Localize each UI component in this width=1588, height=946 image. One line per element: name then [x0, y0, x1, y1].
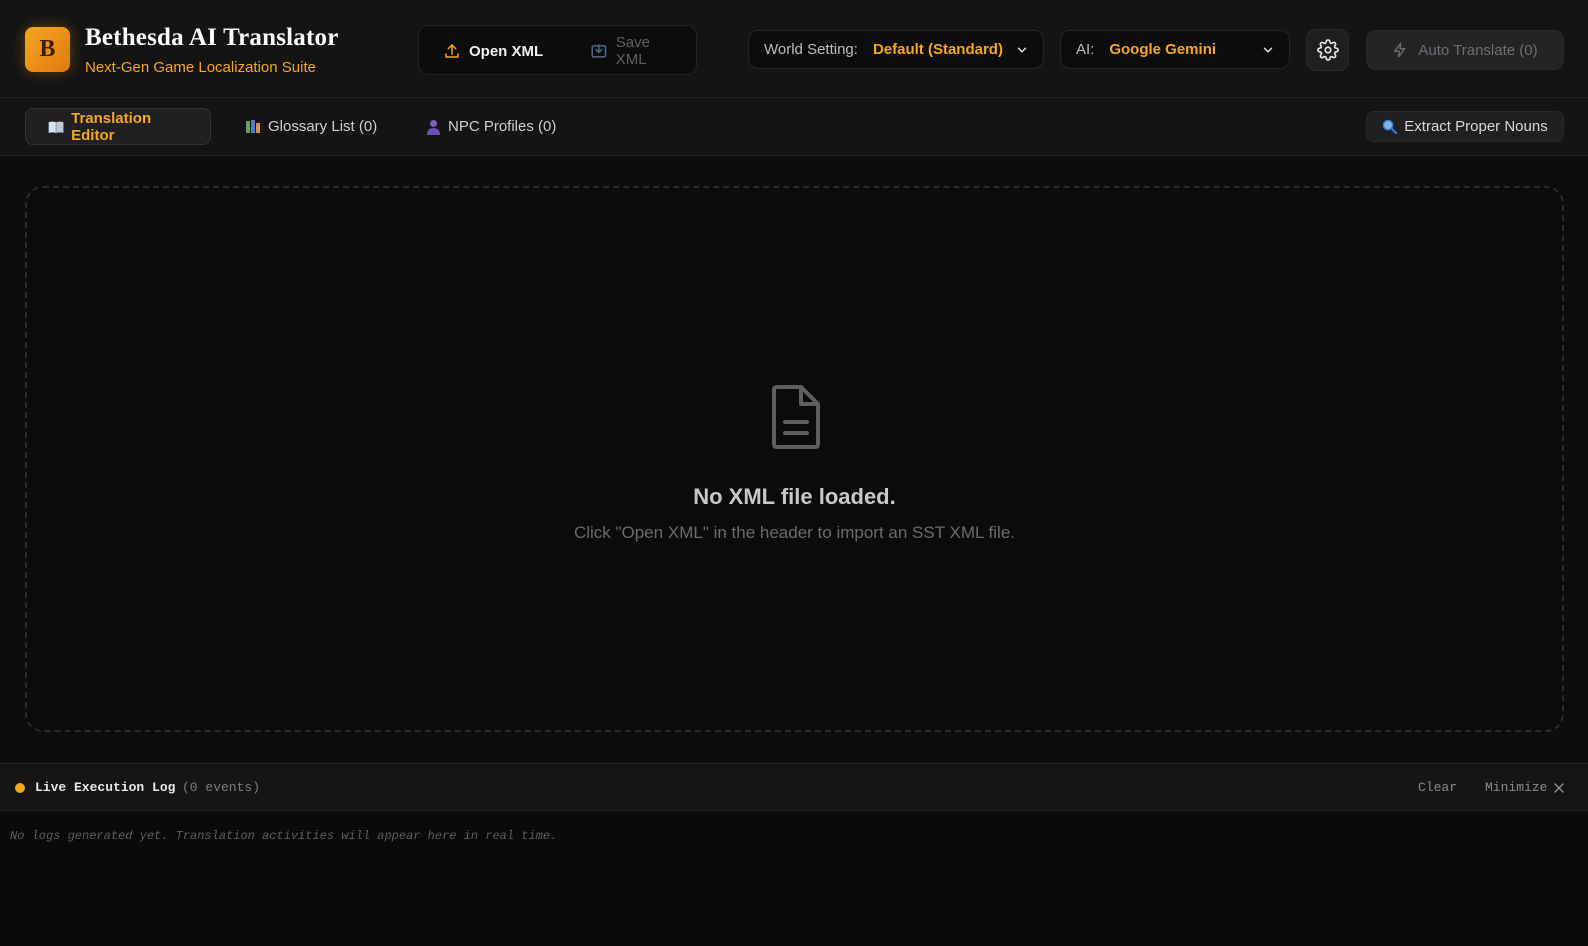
tab-npc-profiles[interactable]: NPC Profiles (0) — [408, 108, 574, 145]
app-subtitle: Next-Gen Game Localization Suite — [85, 59, 316, 76]
app-root: B Bethesda AI Translator Next-Gen Game L… — [0, 0, 1588, 946]
world-setting-value: Default (Standard) — [872, 41, 1003, 58]
extract-proper-nouns-button[interactable]: Extract Proper Nouns — [1366, 111, 1564, 142]
gear-icon — [1316, 39, 1339, 61]
empty-state-dropzone: No XML file loaded. Click "Open XML" in … — [25, 186, 1564, 732]
world-setting-select[interactable]: World Setting: Default (Standard) — [748, 30, 1044, 69]
tab-npc-profiles-label: NPC Profiles (0) — [448, 118, 557, 135]
save-xml-button[interactable]: Save XML — [578, 33, 696, 69]
log-panel-body: No logs generated yet. Translation activ… — [0, 811, 1588, 946]
tab-translation-editor-label: Translation Editor — [71, 109, 152, 144]
save-download-icon — [591, 44, 607, 58]
extract-proper-nouns-label: Extract Proper Nouns — [1404, 118, 1548, 135]
app-logo: B — [25, 27, 70, 72]
empty-state-subtitle: Click "Open XML" in the header to import… — [573, 523, 1016, 542]
log-empty-message: No logs generated yet. Translation activ… — [10, 829, 558, 843]
book-icon — [48, 121, 64, 133]
auto-translate-label: Auto Translate (0) — [1418, 41, 1538, 59]
upload-icon — [445, 44, 459, 58]
chevron-down-icon — [1017, 47, 1027, 53]
open-xml-label: Open XML — [469, 42, 544, 60]
log-minimize-button[interactable]: Minimize — [1485, 780, 1565, 795]
books-icon — [246, 120, 260, 133]
person-icon — [427, 119, 440, 135]
chevron-down-icon — [1263, 47, 1273, 53]
auto-translate-button[interactable]: Auto Translate (0) — [1366, 30, 1564, 70]
settings-button[interactable] — [1306, 29, 1349, 71]
save-xml-label: Save XML — [615, 34, 650, 68]
empty-state-title: No XML file loaded. — [693, 484, 896, 509]
log-minimize-label: Minimize — [1485, 780, 1548, 795]
world-setting-label: World Setting: — [764, 41, 858, 58]
close-icon — [1554, 782, 1565, 793]
lightning-icon — [1394, 42, 1406, 58]
tab-glossary-list[interactable]: Glossary List (0) — [227, 108, 395, 145]
ai-provider-select[interactable]: AI: Google Gemini — [1060, 30, 1290, 69]
log-event-count: (0 events) — [182, 780, 261, 795]
file-actions-group: Open XML Save XML — [418, 25, 697, 75]
log-status-dot — [15, 783, 25, 793]
ai-value: Google Gemini — [1109, 41, 1217, 58]
tab-translation-editor[interactable]: Translation Editor — [25, 108, 211, 145]
magnifier-icon — [1383, 119, 1398, 134]
log-clear-button[interactable]: Clear — [1418, 780, 1457, 795]
document-icon — [772, 385, 820, 449]
ai-label: AI: — [1076, 41, 1095, 58]
tab-bar: Translation Editor Glossary List (0) NPC… — [0, 98, 1588, 156]
tab-glossary-list-label: Glossary List (0) — [268, 118, 378, 135]
log-title: Live Execution Log — [35, 780, 176, 795]
open-xml-button[interactable]: Open XML — [431, 33, 555, 69]
app-header: B Bethesda AI Translator Next-Gen Game L… — [0, 0, 1588, 98]
app-title: Bethesda AI Translator — [85, 24, 339, 51]
log-panel-header: Live Execution Log (0 events) Clear Mini… — [0, 763, 1588, 811]
